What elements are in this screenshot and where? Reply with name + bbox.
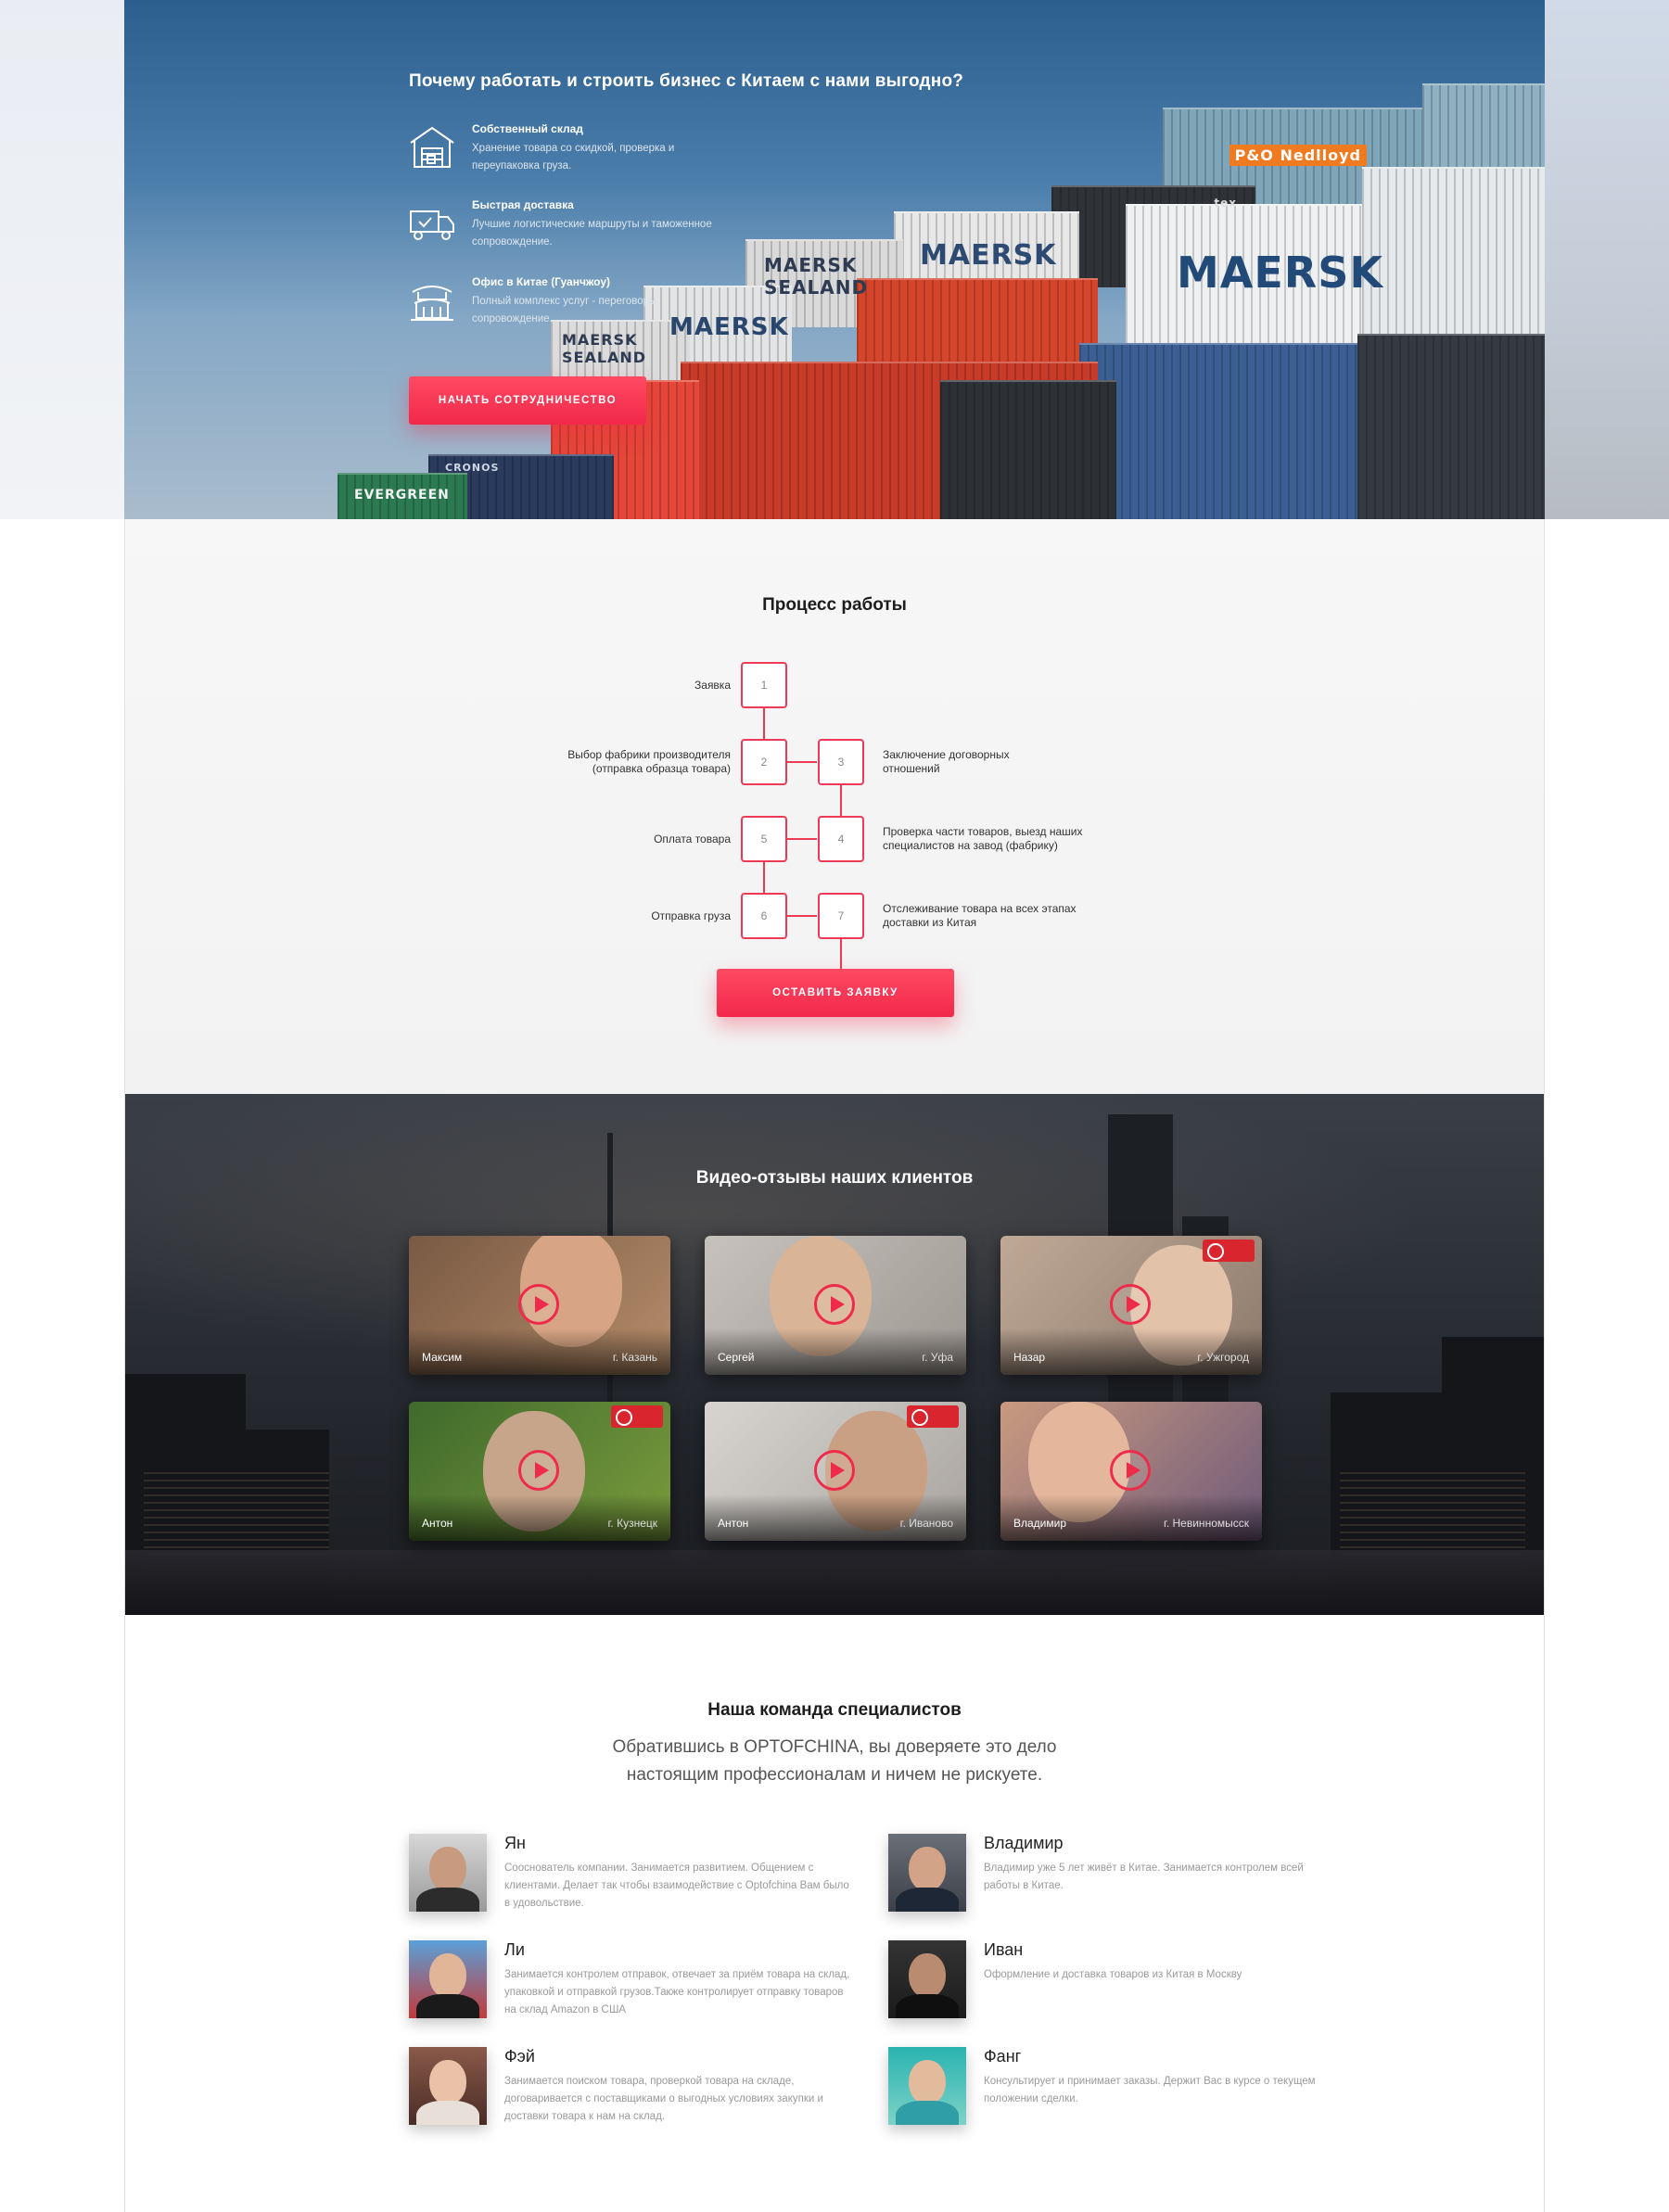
member-photo (409, 1940, 487, 2018)
member-description: Оформление и доставка товаров из Китая в… (984, 1969, 1242, 1980)
river (125, 1550, 1544, 1615)
play-icon[interactable] (1110, 1450, 1151, 1491)
feature-title: Собственный склад (472, 122, 583, 135)
team-subtitle-line: настоящим профессионалам и ничем не риск… (626, 1765, 1043, 1785)
connector-7-button (840, 938, 842, 970)
step-1: 1 (741, 662, 787, 708)
video-card[interactable]: Сергей г. Уфа (705, 1236, 966, 1375)
reviewer-name: Антон (422, 1517, 453, 1530)
member-name: Фанг (984, 2047, 1022, 2066)
optofchina-badge (611, 1405, 663, 1428)
leave-request-button[interactable]: ОСТАВИТЬ ЗАЯВКУ (717, 969, 954, 1017)
member-name: Иван (984, 1940, 1024, 1959)
member-description: Занимается поиском товара, проверкой тов… (504, 2076, 823, 2122)
reviewer-city: г. Невинномысск (1163, 1517, 1249, 1530)
team-member: Иван Оформление и доставка товаров из Ки… (888, 1940, 1324, 2033)
process-title: Процесс работы (762, 595, 907, 615)
member-photo (409, 2047, 487, 2125)
reviewer-name: Сергей (718, 1351, 755, 1364)
reviewer-city: г. Уфа (922, 1351, 953, 1364)
member-photo (888, 2047, 966, 2125)
team-member: Фанг Консультирует и принимает заказы. Д… (888, 2047, 1324, 2140)
reviewer-name: Назар (1013, 1351, 1046, 1364)
connector-2-3 (787, 761, 817, 763)
step-2: 2 (741, 739, 787, 785)
step-4: 4 (818, 816, 864, 862)
reviewer-city: г. Иваново (899, 1517, 953, 1530)
step-5: 5 (741, 816, 787, 862)
team-member: Фэй Занимается поиском товара, проверкой… (409, 2047, 845, 2140)
step-label-3: Заключение договорных отношений (883, 748, 1010, 775)
step-label-6: Отправка груза (651, 909, 731, 922)
team-member: Ли Занимается контролем отправок, отвеча… (409, 1940, 849, 2033)
feature-text: Лучшие логистические маршруты и таможенн… (472, 219, 712, 248)
warehouse-icon (410, 126, 454, 168)
team-member: Ян Сооснователь компании. Занимается раз… (409, 1834, 849, 1926)
china-office-icon (411, 286, 453, 321)
step-label-5: Оплата товара (654, 833, 731, 845)
feature-delivery: Быстрая доставка Лучшие логистические ма… (407, 198, 712, 254)
video-card[interactable]: Максим г. Казань (409, 1236, 670, 1375)
optofchina-badge (907, 1405, 959, 1428)
feature-title: Быстрая доставка (472, 198, 574, 211)
connector-6-7 (787, 915, 817, 917)
member-name: Ян (504, 1834, 526, 1852)
play-icon[interactable] (1110, 1284, 1151, 1325)
member-name: Фэй (504, 2047, 535, 2066)
connector-4-5 (787, 838, 817, 840)
reviewer-name: Антон (718, 1517, 749, 1530)
member-description: Владимир уже 5 лет живёт в Китае. Занима… (984, 1862, 1304, 1891)
step-label-2: Выбор фабрики производителя (отправка об… (567, 748, 731, 775)
step-7: 7 (818, 893, 864, 939)
play-icon[interactable] (518, 1284, 559, 1325)
reviewer-name: Максим (422, 1351, 463, 1364)
start-cooperation-button[interactable]: НАЧАТЬ СОТРУДНИЧЕСТВО (409, 376, 646, 425)
video-card[interactable]: Антон г. Иваново (705, 1402, 966, 1541)
video-reviews-title: Видео-отзывы наших клиентов (695, 1168, 974, 1188)
step-label-1: Заявка (694, 679, 731, 692)
member-description: Сооснователь компании. Занимается развит… (504, 1862, 849, 1909)
team-section: Наша команда специалистов Обратившись в … (125, 1615, 1544, 2212)
feature-text: Хранение товара со скидкой, проверка и п… (472, 143, 675, 172)
reviewer-name: Владимир (1013, 1517, 1067, 1530)
optofchina-badge (1203, 1239, 1255, 1262)
video-card[interactable]: Владимир г. Невинномысск (1000, 1402, 1262, 1541)
reviewer-city: г. Ужгород (1197, 1351, 1249, 1364)
left-backdrop (0, 0, 124, 519)
reviewer-city: г. Кузнецк (607, 1517, 658, 1530)
member-photo (888, 1834, 966, 1912)
reviewer-city: г. Казань (612, 1351, 657, 1364)
team-subtitle: Обратившись в OPTOFCHINA, вы доверяете э… (125, 1734, 1544, 1789)
hero-section: P&O Nedlloyd tex MAERSK MAERSK MAERSK SE… (124, 0, 1545, 519)
feature-title: Офис в Китае (Гуанчжоу) (472, 275, 610, 288)
member-name: Ли (504, 1940, 525, 1959)
feature-warehouse: Собственный склад Хранение товара со ски… (407, 122, 704, 178)
member-photo (409, 1834, 487, 1912)
step-6: 6 (741, 893, 787, 939)
step-label-7: Отслеживание товара на всех этапах доста… (883, 902, 1077, 929)
member-photo (888, 1940, 966, 2018)
video-card[interactable]: Антон г. Кузнецк (409, 1402, 670, 1541)
member-description: Консультирует и принимает заказы. Держит… (984, 2076, 1316, 2104)
team-member: Владимир Владимир уже 5 лет живёт в Кита… (888, 1834, 1324, 1926)
video-card[interactable]: Назар г. Ужгород (1000, 1236, 1262, 1375)
delivery-truck-icon (410, 210, 454, 240)
member-name: Владимир (984, 1834, 1064, 1852)
right-backdrop (1545, 0, 1669, 519)
team-subtitle-line: Обратившись в OPTOFCHINA, вы доверяете э… (612, 1737, 1057, 1757)
play-icon[interactable] (518, 1450, 559, 1491)
play-icon[interactable] (814, 1284, 855, 1325)
play-icon[interactable] (814, 1450, 855, 1491)
step-3: 3 (818, 739, 864, 785)
video-reviews-section: Видео-отзывы наших клиентов Максим г. Ка… (125, 1094, 1544, 1615)
hero-title: Почему работать и строить бизнес с Китае… (409, 71, 964, 91)
team-title: Наша команда специалистов (707, 1700, 962, 1720)
feature-office: Офис в Китае (Гуанчжоу) Полный комплекс … (407, 275, 704, 331)
process-section: Процесс работы 1 2 3 4 5 6 7 Заявка Выбо… (125, 519, 1544, 1094)
step-label-4: Проверка части товаров, выезд наших спец… (883, 825, 1083, 852)
member-description: Занимается контролем отправок, отвечает … (504, 1969, 850, 2015)
